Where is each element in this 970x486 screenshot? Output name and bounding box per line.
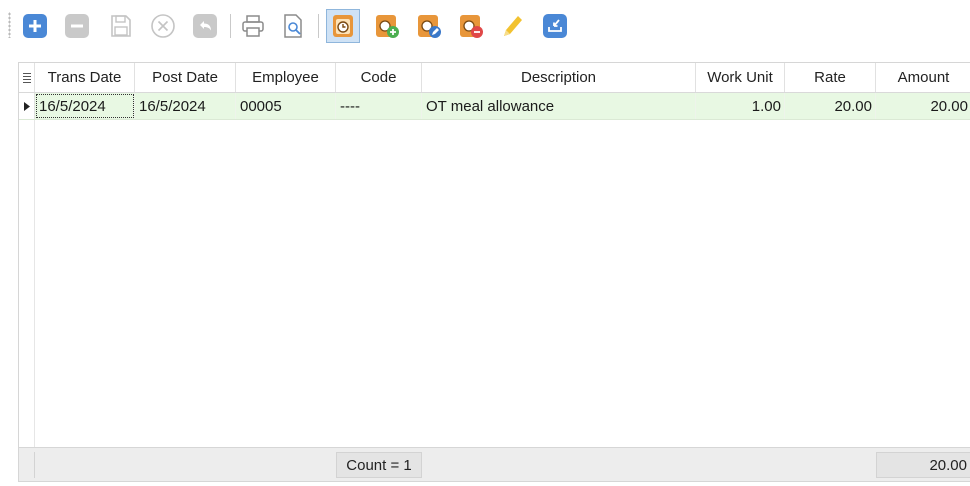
save-icon — [111, 15, 131, 37]
remove-icon — [65, 14, 89, 38]
print-button[interactable] — [240, 13, 266, 39]
column-chooser-icon[interactable] — [19, 63, 35, 92]
column-header-post-date[interactable]: Post Date — [135, 63, 236, 92]
cell-post-date[interactable]: 16/5/2024 — [135, 93, 236, 119]
cell-employee[interactable]: 00005 — [236, 93, 336, 119]
toolbar — [0, 0, 970, 50]
add-icon — [23, 14, 47, 38]
column-header-description[interactable]: Description — [422, 63, 696, 92]
timesheet-delete-button[interactable] — [458, 13, 484, 39]
timesheet-add-button[interactable] — [374, 13, 400, 39]
import-button[interactable] — [542, 13, 568, 39]
column-header-amount[interactable]: Amount — [876, 63, 970, 92]
column-header-rate[interactable]: Rate — [785, 63, 876, 92]
footer-count: Count = 1 — [336, 452, 422, 478]
undo-button[interactable] — [192, 13, 218, 39]
print-icon — [242, 15, 264, 37]
table-row[interactable]: 16/5/2024 16/5/2024 00005 ---- OT meal a… — [19, 93, 970, 120]
undo-icon — [193, 14, 217, 38]
add-button[interactable] — [22, 13, 48, 39]
transactions-grid: Trans Date Post Date Employee Code Descr… — [18, 62, 970, 482]
cell-rate[interactable]: 20.00 — [785, 93, 876, 119]
grid-footer: Count = 1 20.00 — [19, 447, 970, 481]
cell-description[interactable]: OT meal allowance — [422, 93, 696, 119]
toolbar-separator — [230, 14, 231, 38]
cell-code[interactable]: ---- — [336, 93, 422, 119]
timesheet-delete-icon — [460, 15, 483, 38]
timesheet-edit-button[interactable] — [416, 13, 442, 39]
timesheet-icon — [333, 15, 353, 37]
column-header-employee[interactable]: Employee — [236, 63, 336, 92]
remove-button[interactable] — [64, 13, 90, 39]
cell-work-unit[interactable]: 1.00 — [696, 93, 785, 119]
footer-indicator — [19, 452, 35, 478]
cell-amount[interactable]: 20.00 — [876, 93, 970, 119]
timesheet-edit-icon — [418, 15, 441, 38]
column-header-code[interactable]: Code — [336, 63, 422, 92]
timesheet-add-icon — [376, 15, 399, 38]
grid-header: Trans Date Post Date Employee Code Descr… — [19, 63, 970, 93]
import-icon — [543, 14, 567, 38]
footer-amount-total: 20.00 — [876, 452, 970, 478]
timesheet-button[interactable] — [326, 9, 360, 43]
print-preview-button[interactable] — [280, 13, 306, 39]
toolbar-grip[interactable] — [8, 12, 11, 38]
print-preview-icon — [284, 14, 302, 38]
highlight-pen-button[interactable] — [500, 13, 526, 39]
column-header-trans-date[interactable]: Trans Date — [35, 63, 135, 92]
save-button[interactable] — [108, 13, 134, 39]
cancel-button[interactable] — [150, 13, 176, 39]
row-indicator-icon — [19, 93, 35, 119]
column-header-work-unit[interactable]: Work Unit — [696, 63, 785, 92]
highlight-pen-icon — [504, 16, 522, 36]
row-indicator-strip — [19, 120, 35, 447]
cancel-icon — [151, 14, 175, 38]
toolbar-separator — [318, 14, 319, 38]
cell-trans-date[interactable]: 16/5/2024 — [35, 93, 135, 119]
